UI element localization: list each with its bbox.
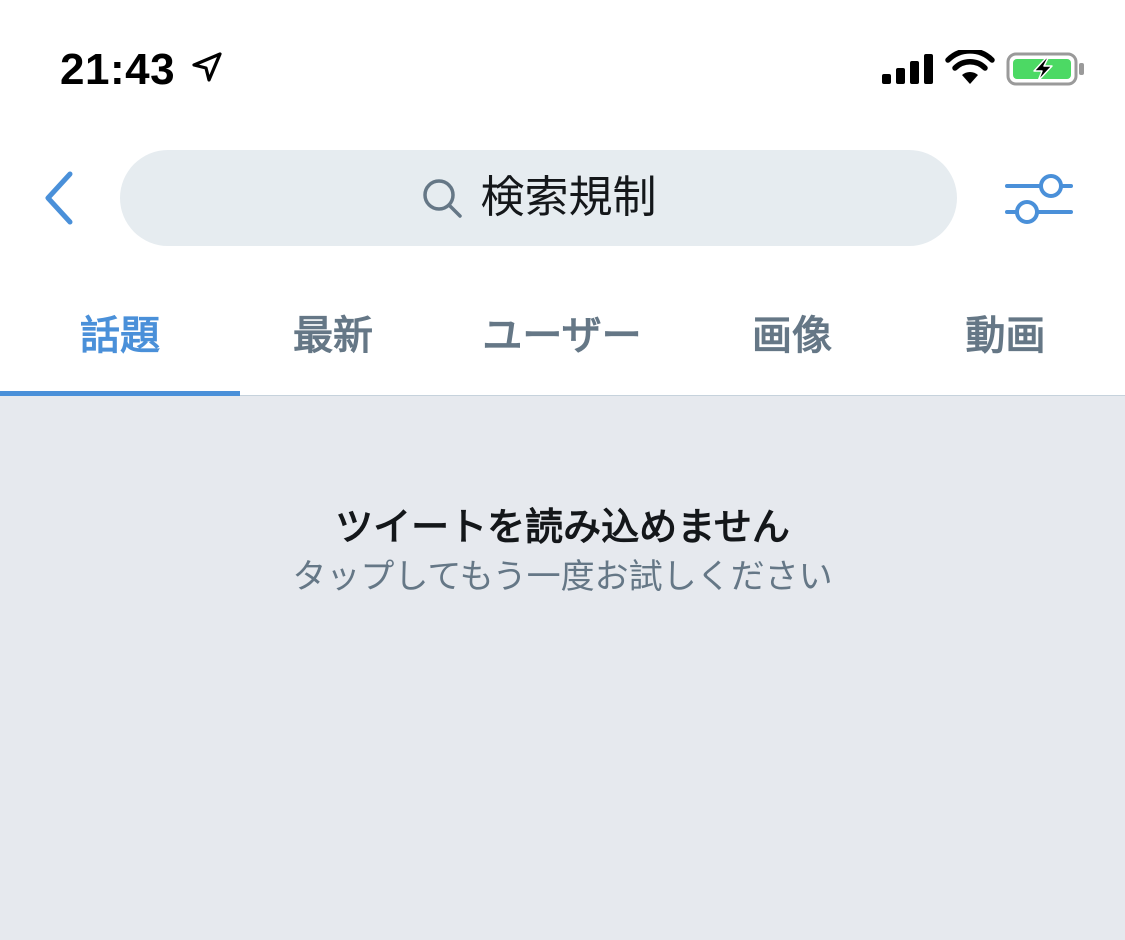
tab-bar: 話題 最新 ユーザー 画像 動画 bbox=[0, 268, 1125, 396]
status-bar: 21:43 bbox=[0, 0, 1125, 130]
search-query[interactable]: 検索規制 bbox=[481, 170, 657, 226]
error-title: ツイートを読み込めません bbox=[335, 505, 790, 549]
status-time: 21:43 bbox=[60, 45, 176, 94]
chevron-left-icon bbox=[45, 171, 73, 225]
filter-button[interactable] bbox=[1000, 164, 1080, 232]
battery-charging-icon bbox=[1006, 52, 1084, 86]
timeline-content: ツイートを読み込めません タップしてもう一度お試しください bbox=[0, 396, 1125, 940]
retry-area[interactable]: ツイートを読み込めません タップしてもう一度お試しください bbox=[0, 502, 1125, 600]
retry-hint: タップしてもう一度お試しください bbox=[292, 557, 833, 597]
tab-photos[interactable]: 画像 bbox=[698, 268, 886, 395]
tab-latest[interactable]: 最新 bbox=[240, 268, 426, 395]
signal-bars-icon bbox=[882, 54, 933, 84]
tab-videos[interactable]: 動画 bbox=[886, 268, 1125, 395]
tab-users[interactable]: ユーザー bbox=[426, 268, 698, 395]
tab-top[interactable]: 話題 bbox=[0, 268, 240, 395]
back-button[interactable] bbox=[30, 164, 90, 232]
search-bar[interactable]: 検索規制 bbox=[120, 150, 957, 246]
location-arrow-icon bbox=[192, 52, 222, 82]
sliders-icon bbox=[1005, 174, 1073, 224]
magnifier-icon bbox=[422, 179, 462, 218]
wifi-icon bbox=[945, 50, 995, 84]
